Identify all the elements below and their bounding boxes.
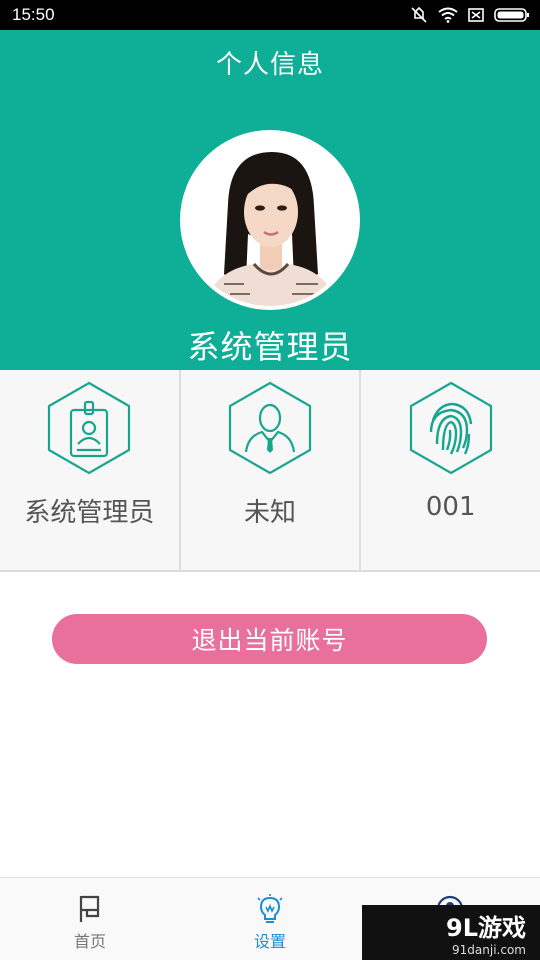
info-grid: 系统管理员 未知 001 (0, 370, 540, 572)
fingerprint-icon (409, 381, 492, 475)
nav-item-home[interactable]: 首页 (0, 878, 180, 960)
info-cell-id: 001 (359, 370, 540, 570)
logout-button[interactable]: 退出当前账号 (52, 614, 487, 664)
avatar-photo (184, 134, 356, 306)
watermark-main: 9L游戏 (446, 914, 526, 942)
mute-icon (410, 6, 428, 24)
avatar[interactable] (180, 130, 360, 310)
lightbulb-icon (257, 894, 283, 923)
user-name: 系统管理员 (187, 328, 353, 366)
page-title: 个人信息 (215, 50, 324, 80)
nav-label-settings: 设置 (253, 932, 286, 951)
info-label-gender: 未知 (244, 498, 297, 528)
profile-header: 个人信息 系统管理员 (0, 30, 540, 370)
wifi-icon (438, 7, 458, 23)
nav-label-home: 首页 (73, 932, 106, 951)
battery-icon (494, 7, 530, 23)
info-cell-role: 系统管理员 (0, 370, 179, 570)
person-icon (228, 381, 312, 475)
info-cell-gender: 未知 (178, 370, 360, 570)
info-label-role: 系统管理员 (24, 498, 155, 528)
nav-item-settings[interactable]: 设置 (180, 878, 360, 960)
id-badge-icon (48, 381, 131, 475)
status-icons (410, 6, 530, 24)
flag-icon (79, 895, 100, 922)
status-bar: 15:50 (0, 0, 540, 30)
sim-icon (468, 7, 484, 23)
watermark-sub: 91danji.com (452, 943, 526, 957)
info-label-id: 001 (425, 492, 476, 522)
status-time: 15:50 (12, 5, 55, 24)
watermark-logo: 9L游戏 91danji.com (362, 905, 540, 960)
